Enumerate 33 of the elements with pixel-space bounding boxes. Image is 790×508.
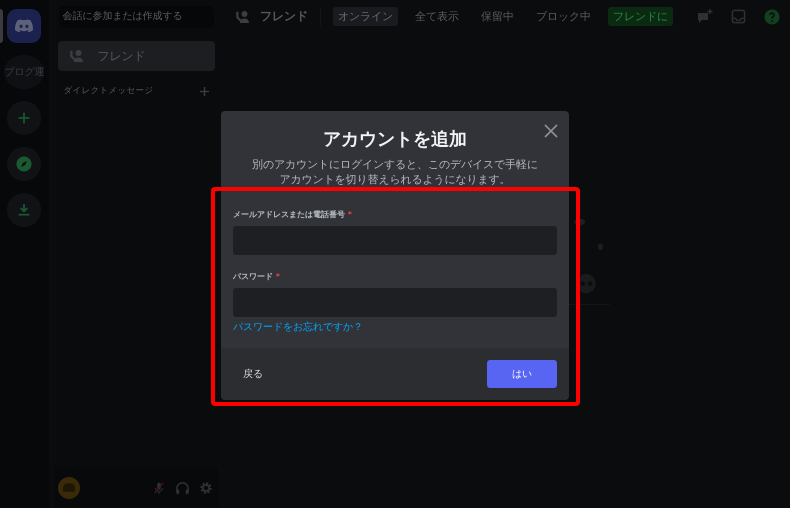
section-title: ダイレクトメッセージ xyxy=(64,85,154,97)
page-title: フレンド xyxy=(260,8,308,25)
explore-button[interactable] xyxy=(7,147,42,181)
search-field[interactable]: 会話に参加または作成する xyxy=(58,6,214,28)
headphones-icon[interactable] xyxy=(175,480,190,496)
field-label: パスワード * xyxy=(233,271,281,282)
person-wave-icon xyxy=(68,47,86,65)
close-icon[interactable] xyxy=(544,124,558,138)
dialog-title: アカウントを追加 xyxy=(322,128,468,151)
confirm-button[interactable]: はい xyxy=(487,360,557,388)
plus-icon xyxy=(16,110,32,126)
microphone-icon[interactable] xyxy=(152,481,166,495)
tab[interactable]: オンライン xyxy=(333,7,398,26)
help-icon[interactable] xyxy=(764,8,780,24)
settings-icon[interactable] xyxy=(199,481,213,495)
friends-item[interactable]: フレンド xyxy=(58,41,215,71)
tab[interactable]: 全て表示 xyxy=(410,7,464,26)
field-label: メールアドレスまたは電話番号 * xyxy=(233,209,353,220)
back-button[interactable]: 戻る xyxy=(233,363,273,385)
tab[interactable]: ブロック中 xyxy=(531,7,596,26)
avatar-icon xyxy=(58,477,80,499)
inbox-icon[interactable] xyxy=(731,9,746,24)
download-icon xyxy=(16,202,32,218)
download-button[interactable] xyxy=(7,193,42,227)
forgot-password-link[interactable]: パスワードをお忘れですか？ xyxy=(233,320,363,334)
tab[interactable]: 保留中 xyxy=(476,7,519,26)
new-message-icon[interactable] xyxy=(697,8,713,24)
compass-icon xyxy=(15,155,34,173)
dialog-description: 別のアカウントにログインすると、このデバイスで手軽にアカウントを切り替えられるようになります。 xyxy=(251,157,539,187)
add-friend-button[interactable]: フレンドに xyxy=(608,7,673,26)
add-server-button[interactable] xyxy=(7,101,42,135)
plus-icon[interactable] xyxy=(200,86,209,96)
home-button[interactable] xyxy=(7,9,42,43)
